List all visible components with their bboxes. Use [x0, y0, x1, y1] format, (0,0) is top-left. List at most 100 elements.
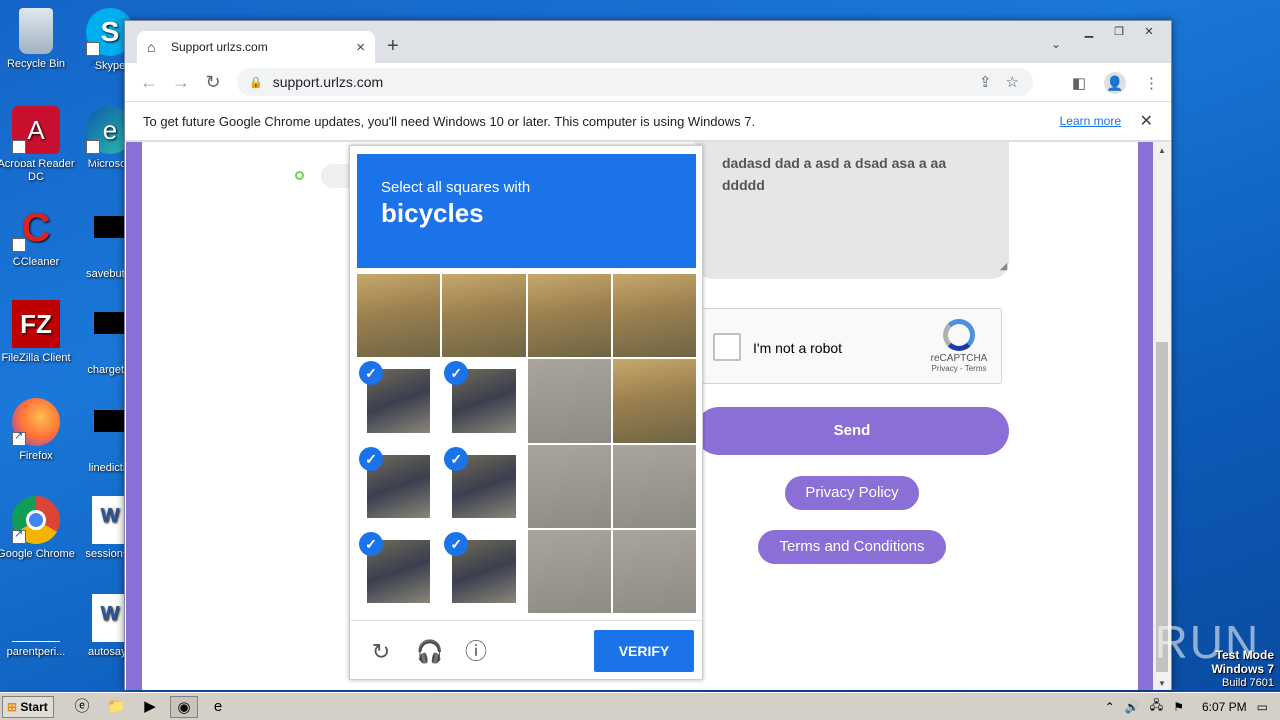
browser-toolbar: ← → ↻ 🔒 support.urlzs.com ⇪ ☆ ◧ 👤 ⋮	[125, 63, 1171, 101]
maximize-icon[interactable]: ❐	[1105, 23, 1133, 41]
verify-button[interactable]: VERIFY	[594, 630, 694, 672]
left-decor-bar	[126, 142, 142, 690]
captcha-tile[interactable]	[612, 444, 696, 528]
desktop-icon-chrome[interactable]: Google Chrome	[0, 496, 76, 561]
recaptcha-logo: reCAPTCHA Privacy - Terms	[929, 319, 989, 373]
info-icon[interactable]: ⓘ	[463, 639, 489, 665]
tab-search-icon[interactable]: ⌄	[1051, 37, 1061, 51]
desktop-icon-label: parentperi...	[6, 646, 66, 658]
scroll-down-icon[interactable]: ▼	[1153, 679, 1171, 688]
send-button[interactable]: Send	[695, 407, 1009, 455]
captcha-tile[interactable]	[527, 444, 611, 528]
captcha-tile[interactable]: ✓	[442, 444, 526, 528]
desktop-icon-label: Google Chrome	[0, 548, 75, 560]
firefox-icon	[12, 398, 60, 446]
windows-flag-icon: ⊞	[7, 699, 18, 714]
ie-icon[interactable]: ⓔ	[68, 696, 96, 718]
recaptcha-terms-link[interactable]: Privacy - Terms	[929, 364, 989, 373]
captcha-tile[interactable]: ✓	[357, 444, 441, 528]
recaptcha-label: I'm not a robot	[753, 340, 843, 356]
captcha-tile[interactable]	[527, 274, 611, 358]
challenge-target: bicycles	[381, 198, 484, 228]
new-tab-button[interactable]: +	[387, 35, 399, 58]
side-panel-icon[interactable]: ◧	[1072, 74, 1086, 92]
challenge-grid: ✓ ✓ ✓ ✓ ✓ ✓	[357, 274, 696, 613]
filezilla-icon: FZ	[12, 300, 60, 348]
chrome-taskbar-icon[interactable]: ◉	[170, 695, 198, 718]
chrome-icon	[12, 496, 60, 544]
address-bar[interactable]: 🔒 support.urlzs.com ⇪ ☆	[237, 68, 1033, 96]
infobar-close-icon[interactable]: ✕	[1140, 111, 1153, 131]
captcha-tile[interactable]	[527, 359, 611, 443]
captcha-tile[interactable]	[612, 359, 696, 443]
terms-link[interactable]: Terms and Conditions	[758, 530, 946, 564]
right-decor-bar	[1138, 142, 1154, 690]
recaptcha-checkbox[interactable]	[713, 333, 741, 361]
desktop-icon-recycle-bin[interactable]: Recycle Bin	[0, 8, 76, 71]
captcha-tile[interactable]: ✓	[357, 359, 441, 443]
build-label: Build 7601	[1222, 677, 1274, 689]
tab-close-icon[interactable]: ×	[356, 39, 365, 56]
word-document-icon: W	[92, 594, 128, 642]
show-desktop-icon[interactable]: ▭	[1257, 700, 1268, 714]
minimize-icon[interactable]: ▁	[1075, 23, 1103, 41]
recaptcha-icon	[943, 319, 975, 351]
captcha-tile[interactable]: ✓	[357, 529, 441, 613]
captcha-tile[interactable]	[442, 274, 526, 358]
system-tray: ⌃ 🔊 🖧 ⚑ 6:07 PM ▭	[1105, 693, 1280, 720]
volume-icon[interactable]: 🔊	[1125, 700, 1140, 714]
menu-kebab-icon[interactable]: ⋮	[1144, 74, 1159, 92]
resize-handle-icon[interactable]: ◢	[1000, 255, 1007, 277]
recycle-bin-icon	[19, 8, 53, 54]
message-textarea[interactable]: dadasd dad a asd a dsad asa a aa ddddd ◢	[695, 142, 1009, 279]
forward-icon[interactable]: →	[165, 72, 197, 93]
tray-expand-icon[interactable]: ⌃	[1105, 700, 1115, 714]
network-icon[interactable]: 🖧	[1150, 696, 1163, 717]
recaptcha-brand: reCAPTCHA	[930, 353, 988, 364]
message-text: dadasd dad a asd a dsad asa a aa ddddd	[722, 155, 947, 193]
captcha-tile[interactable]	[612, 529, 696, 613]
captcha-tile[interactable]: ✓	[442, 359, 526, 443]
scroll-up-icon[interactable]: ▲	[1153, 146, 1171, 155]
captcha-tile[interactable]	[357, 274, 441, 358]
page-scrollbar[interactable]: ▲ ▼	[1153, 142, 1171, 690]
taskbar: ⊞ Start ⓔ 📁 ▶ ◉ e ⌃ 🔊 🖧 ⚑ 6:07 PM ▭	[0, 692, 1280, 720]
desktop-icon-firefox[interactable]: Firefox	[0, 398, 76, 463]
desktop-icon-label: Skype	[94, 60, 126, 72]
captcha-challenge: Select all squares with bicycles ✓ ✓ ✓ ✓ ✓ ✓ …	[349, 145, 703, 680]
checkmark-icon: ✓	[359, 531, 383, 556]
close-icon[interactable]: ✕	[1135, 23, 1163, 41]
browser-tab[interactable]: ⌂ Support urlzs.com ×	[137, 31, 375, 63]
home-icon: ⌂	[147, 39, 156, 55]
lock-icon[interactable]: 🔒	[249, 76, 263, 89]
start-button[interactable]: ⊞ Start	[2, 695, 54, 718]
media-player-icon[interactable]: ▶	[136, 696, 164, 718]
profile-avatar-icon[interactable]: 👤	[1104, 72, 1126, 94]
edge-taskbar-icon[interactable]: e	[204, 696, 232, 718]
reload-icon[interactable]: ↻	[197, 72, 229, 93]
learn-more-link[interactable]: Learn more	[1060, 114, 1121, 128]
audio-challenge-icon[interactable]: 🎧	[416, 639, 443, 665]
word-document-icon: W	[92, 496, 128, 544]
captcha-tile[interactable]	[612, 274, 696, 358]
checkmark-icon: ✓	[359, 446, 383, 471]
explorer-folder-icon[interactable]: 📁	[102, 696, 130, 718]
reload-challenge-icon[interactable]: ↻	[368, 639, 394, 665]
infobar-message: To get future Google Chrome updates, you…	[143, 113, 756, 129]
action-center-flag-icon[interactable]: ⚑	[1173, 700, 1184, 714]
checkmark-icon: ✓	[444, 531, 469, 556]
privacy-policy-link[interactable]: Privacy Policy	[785, 476, 919, 510]
back-icon[interactable]: ←	[133, 72, 165, 93]
desktop-icon-acrobat[interactable]: A Acrobat Reader DC	[0, 106, 76, 186]
captcha-tile[interactable]	[527, 529, 611, 613]
clock[interactable]: 6:07 PM	[1202, 700, 1247, 714]
recaptcha-widget: I'm not a robot reCAPTCHA Privacy - Term…	[700, 308, 1002, 384]
desktop-icon-ccleaner[interactable]: C CCleaner	[0, 204, 76, 284]
bookmark-star-icon[interactable]: ☆	[1006, 73, 1019, 91]
test-mode-label: Test Mode	[1215, 648, 1274, 662]
desktop-icon-filezilla[interactable]: FZ FileZilla Client	[0, 300, 76, 365]
desktop-icon-label: Firefox	[19, 450, 53, 462]
share-icon[interactable]: ⇪	[979, 73, 992, 91]
captcha-tile[interactable]: ✓	[442, 529, 526, 613]
desktop-icon-parentperi[interactable]: parentperi...	[0, 594, 76, 659]
